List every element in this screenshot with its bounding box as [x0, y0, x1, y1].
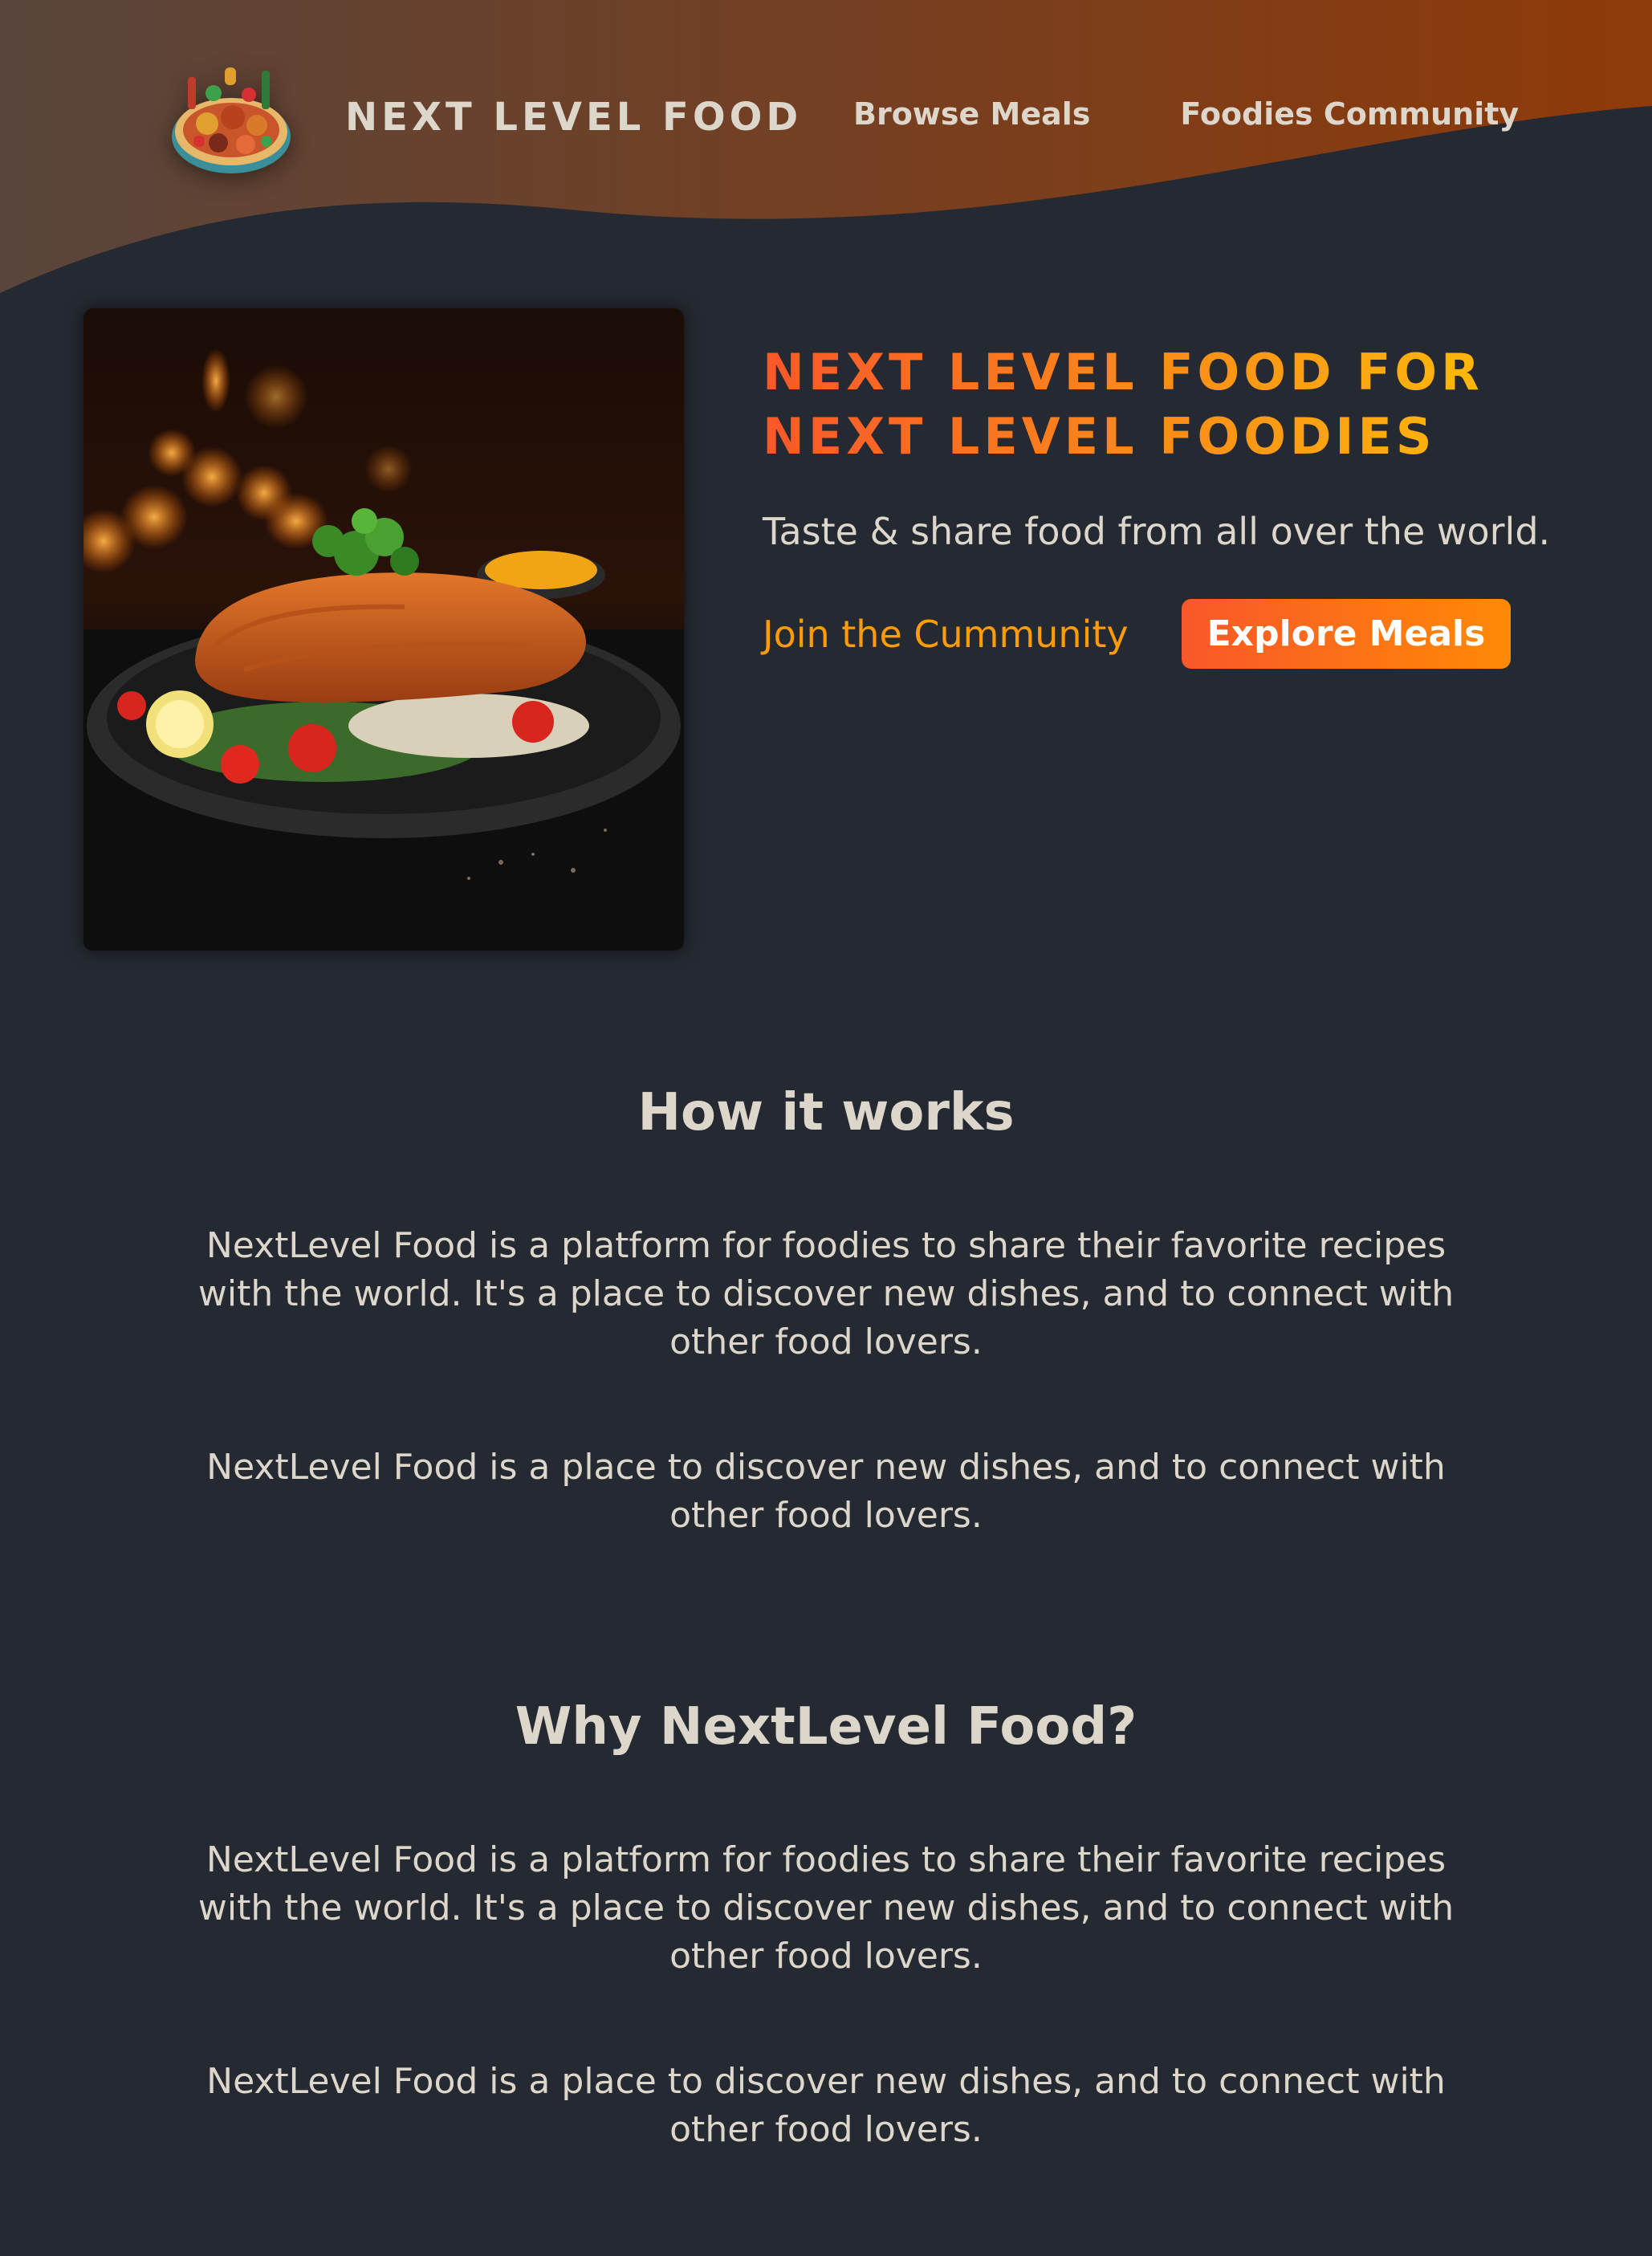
main-nav: Browse Meals Foodies Community [853, 96, 1519, 132]
hero-title-line2: NEXT LEVEL FOODIES [763, 407, 1436, 466]
food-plate-logo-icon [172, 67, 291, 173]
home-logo-link[interactable]: NEXT LEVEL FOOD [167, 53, 802, 181]
how-it-works-section: How it works NextLevel Food is a platfor… [0, 1081, 1652, 1540]
nav-foodies-community[interactable]: Foodies Community [1180, 96, 1519, 132]
hero-image [83, 308, 684, 951]
why-nextlevel-section: Why NextLevel Food? NextLevel Food is a … [0, 1695, 1652, 2154]
schnitzel-dish-image [83, 308, 684, 951]
why-nextlevel-paragraph-1: NextLevel Food is a platform for foodies… [197, 1839, 1455, 1977]
explore-meals-button[interactable]: Explore Meals [1181, 599, 1512, 669]
hero-title-line1: NEXT LEVEL FOOD FOR [763, 343, 1483, 401]
hero-subtitle: Taste & share food from all over the wor… [763, 510, 1551, 553]
hero-title: NEXT LEVEL FOOD FOR NEXT LEVEL FOODIES [763, 340, 1613, 469]
join-community-link[interactable]: Join the Cummunity [763, 613, 1129, 656]
nav-browse-meals[interactable]: Browse Meals [853, 96, 1090, 132]
how-it-works-paragraph-2: NextLevel Food is a place to discover ne… [206, 1447, 1446, 1536]
section-title-how-it-works: How it works [637, 1083, 1015, 1142]
hero-cta-group: Join the Cummunity Explore Meals [763, 599, 1613, 669]
how-it-works-paragraph-1: NextLevel Food is a platform for foodies… [197, 1225, 1455, 1362]
section-title-why-nextlevel: Why NextLevel Food? [515, 1697, 1137, 1757]
site-name: NEXT LEVEL FOOD [345, 95, 803, 140]
why-nextlevel-paragraph-2: NextLevel Food is a place to discover ne… [206, 2061, 1446, 2150]
hero-content: NEXT LEVEL FOOD FOR NEXT LEVEL FOODIES T… [763, 340, 1613, 669]
